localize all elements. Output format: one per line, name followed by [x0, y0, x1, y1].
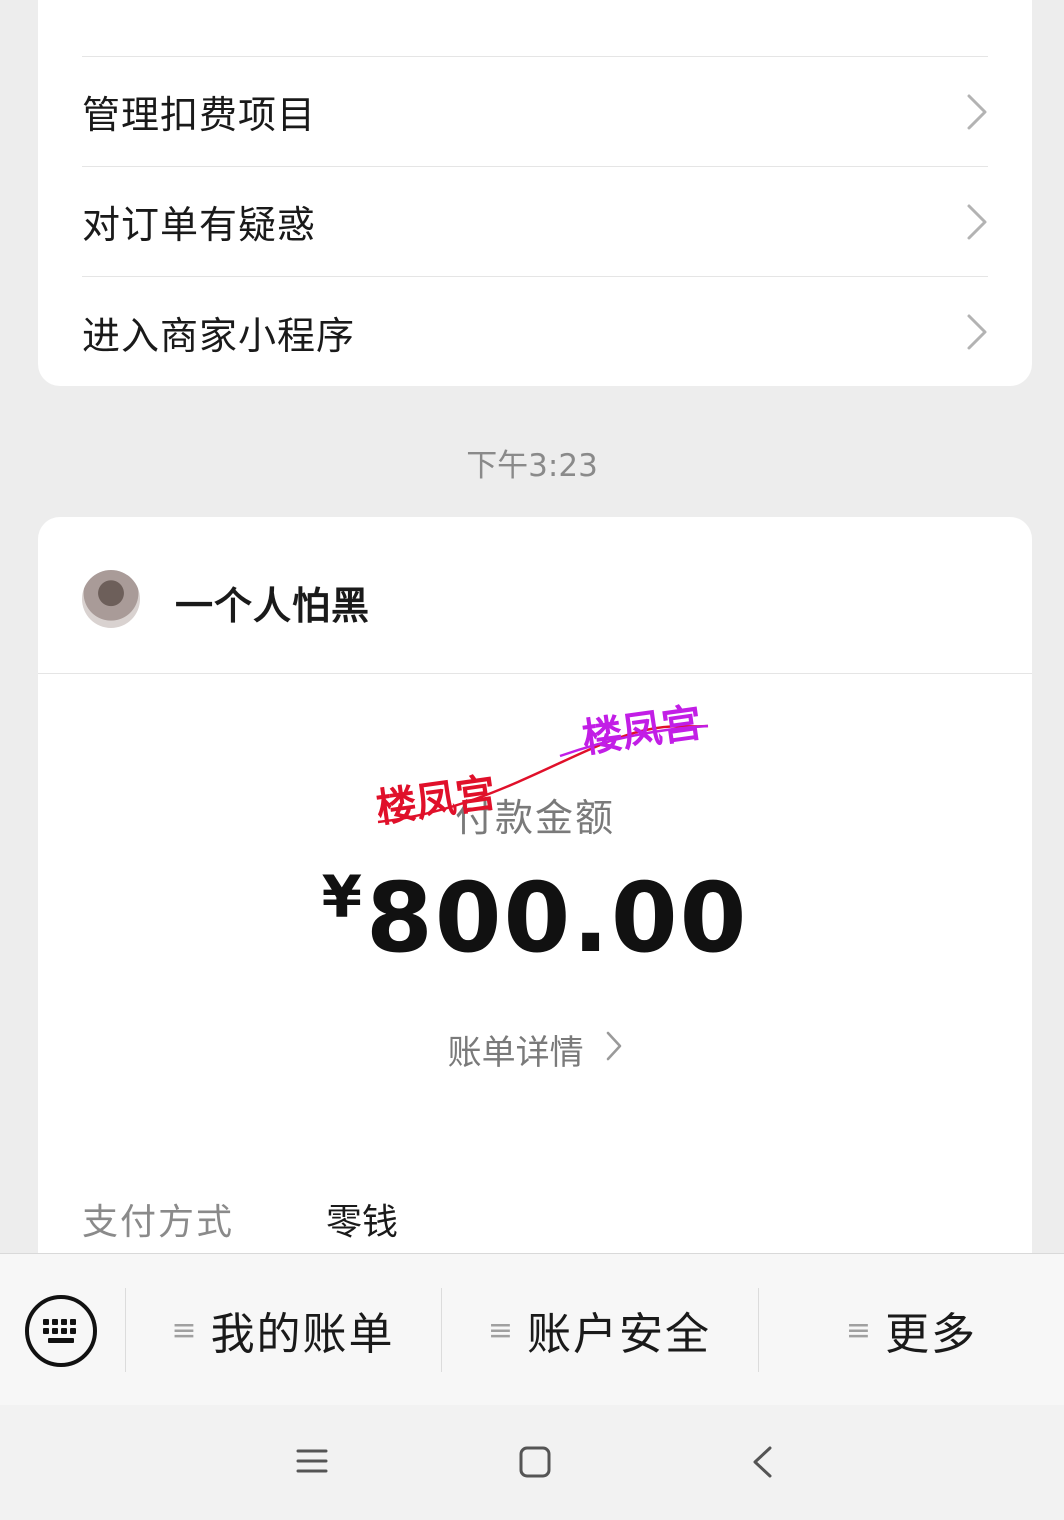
bottom-menu-bar: ≡ 我的账单 ≡ 账户安全 ≡ 更多 [0, 1253, 1064, 1405]
payment-amount: ¥800.00 [38, 862, 1032, 974]
bill-detail-link[interactable]: 账单详情 [38, 1025, 1032, 1074]
tab-my-bills[interactable]: ≡ 我的账单 [126, 1284, 440, 1376]
back-icon[interactable] [750, 1445, 774, 1483]
menu-item-order-question[interactable]: 对订单有疑惑 [82, 167, 988, 277]
chevron-right-icon [966, 203, 988, 241]
tab-account-security[interactable]: ≡ 账户安全 [442, 1284, 757, 1376]
menu-item-label: 进入商家小程序 [82, 313, 356, 358]
system-navigation-bar [0, 1405, 1064, 1520]
menu-icon[interactable] [296, 1445, 328, 1481]
amount-value: 800.00 [365, 862, 749, 974]
avatar [82, 570, 140, 628]
menu-lines-icon: ≡ [171, 1312, 197, 1348]
tab-label: 我的账单 [210, 1309, 395, 1360]
chevron-right-icon [966, 313, 988, 351]
menu-item-label: 管理扣费项目 [82, 93, 317, 137]
chevron-right-icon [606, 1030, 622, 1070]
keyboard-icon[interactable] [24, 1294, 98, 1368]
tab-label: 更多 [885, 1309, 978, 1360]
bill-detail-label: 账单详情 [447, 1033, 584, 1073]
amount-label: 付款金额 [454, 796, 615, 840]
menu-lines-icon: ≡ [487, 1312, 514, 1348]
menu-item-merchant-miniprogram[interactable]: 进入商家小程序 [82, 277, 988, 387]
payment-method-label: 支付方式 [82, 1202, 235, 1243]
chevron-right-icon [966, 93, 988, 131]
tab-more[interactable]: ≡ 更多 [759, 1284, 1064, 1376]
menu-lines-icon: ≡ [845, 1312, 872, 1348]
tab-label: 账户安全 [527, 1309, 712, 1360]
menu-item-manage-deductions[interactable]: 管理扣费项目 [82, 57, 988, 167]
message-timestamp: 下午3:23 [466, 448, 598, 484]
merchant-header[interactable]: 一个人怕黑 [38, 517, 1032, 674]
home-icon[interactable] [518, 1445, 552, 1483]
payment-method-value: 零钱 [326, 1202, 399, 1243]
menu-item-label: 对订单有疑惑 [82, 203, 317, 247]
currency-symbol: ¥ [321, 863, 362, 931]
payment-card[interactable]: 一个人怕黑 付款金额 ¥800.00 账单详情 支付方式 零钱 [38, 517, 1032, 1277]
merchant-name: 一个人怕黑 [175, 584, 371, 628]
service-menu-card: 管理扣费项目 对订单有疑惑 进入商家小程序 [38, 0, 1032, 386]
